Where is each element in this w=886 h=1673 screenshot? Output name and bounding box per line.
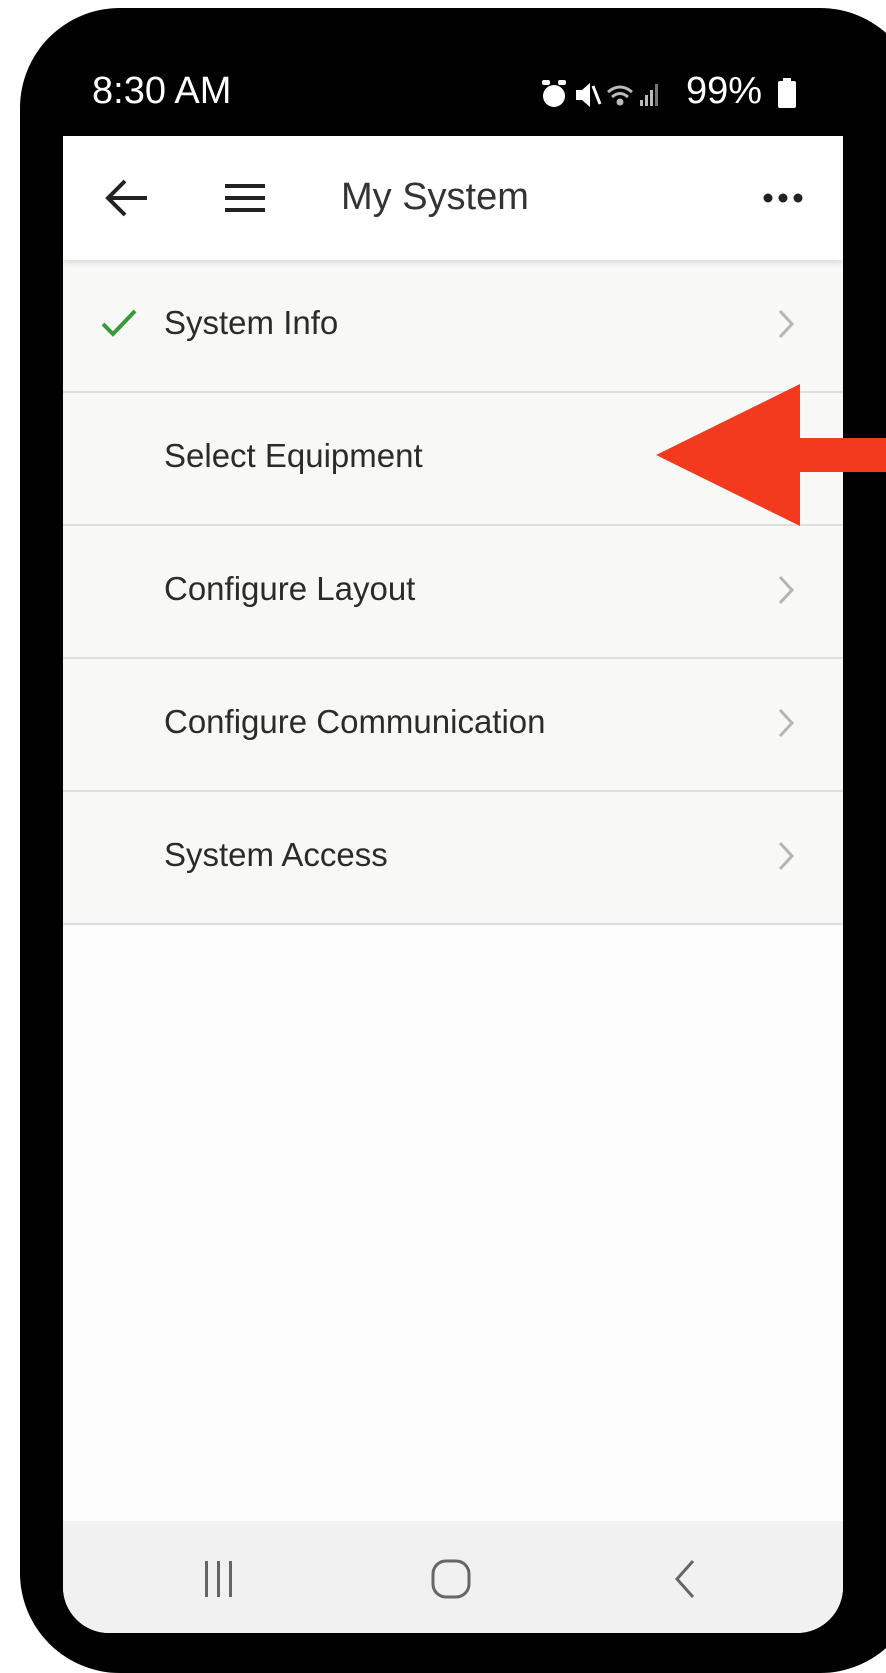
status-time: 8:30 AM bbox=[92, 70, 232, 112]
list-item-configure-layout[interactable]: Configure Layout bbox=[63, 526, 843, 659]
status-icons bbox=[542, 80, 658, 107]
home-icon bbox=[431, 1559, 471, 1599]
list-item-label: System Info bbox=[164, 304, 339, 341]
chevron-right-icon bbox=[778, 575, 795, 605]
list-item-system-access[interactable]: System Access bbox=[63, 792, 843, 925]
back-icon bbox=[674, 1560, 695, 1598]
battery-icon bbox=[778, 78, 796, 108]
nav-back-button[interactable] bbox=[671, 1557, 701, 1601]
arrow-left-icon bbox=[105, 179, 147, 217]
list-item-label: Select Equipment bbox=[164, 437, 423, 474]
list-item-system-info[interactable]: System Info bbox=[63, 260, 843, 393]
annotation-arrow-icon bbox=[656, 384, 886, 526]
wifi-icon bbox=[607, 85, 633, 106]
chevron-right-icon bbox=[778, 841, 795, 871]
list-item-label: Configure Communication bbox=[164, 703, 546, 740]
chevron-right-icon bbox=[778, 708, 795, 738]
recent-apps-icon bbox=[205, 1561, 232, 1597]
app-bar: My System bbox=[63, 136, 843, 260]
back-button[interactable] bbox=[103, 174, 153, 222]
check-icon bbox=[101, 309, 137, 337]
chevron-right-icon bbox=[778, 309, 795, 339]
mute-icon bbox=[576, 83, 602, 107]
menu-button[interactable] bbox=[220, 176, 270, 220]
alarm-icon bbox=[542, 80, 566, 107]
list-item-label: System Access bbox=[164, 836, 388, 873]
home-button[interactable] bbox=[429, 1557, 473, 1601]
battery-percent: 99% bbox=[686, 70, 763, 112]
hamburger-icon bbox=[225, 184, 265, 212]
list-item-label: Configure Layout bbox=[164, 570, 416, 607]
system-nav-bar bbox=[63, 1521, 843, 1633]
app-screen: My System System Info Select Equipment C… bbox=[63, 136, 843, 1633]
more-horizontal-icon bbox=[763, 193, 803, 203]
recent-apps-button[interactable] bbox=[199, 1557, 239, 1601]
more-options-button[interactable] bbox=[753, 180, 813, 216]
signal-icon bbox=[640, 84, 658, 106]
page-title: My System bbox=[341, 176, 529, 218]
list-item-configure-communication[interactable]: Configure Communication bbox=[63, 659, 843, 792]
system-steps-list: System Info Select Equipment Configure L… bbox=[63, 260, 843, 925]
